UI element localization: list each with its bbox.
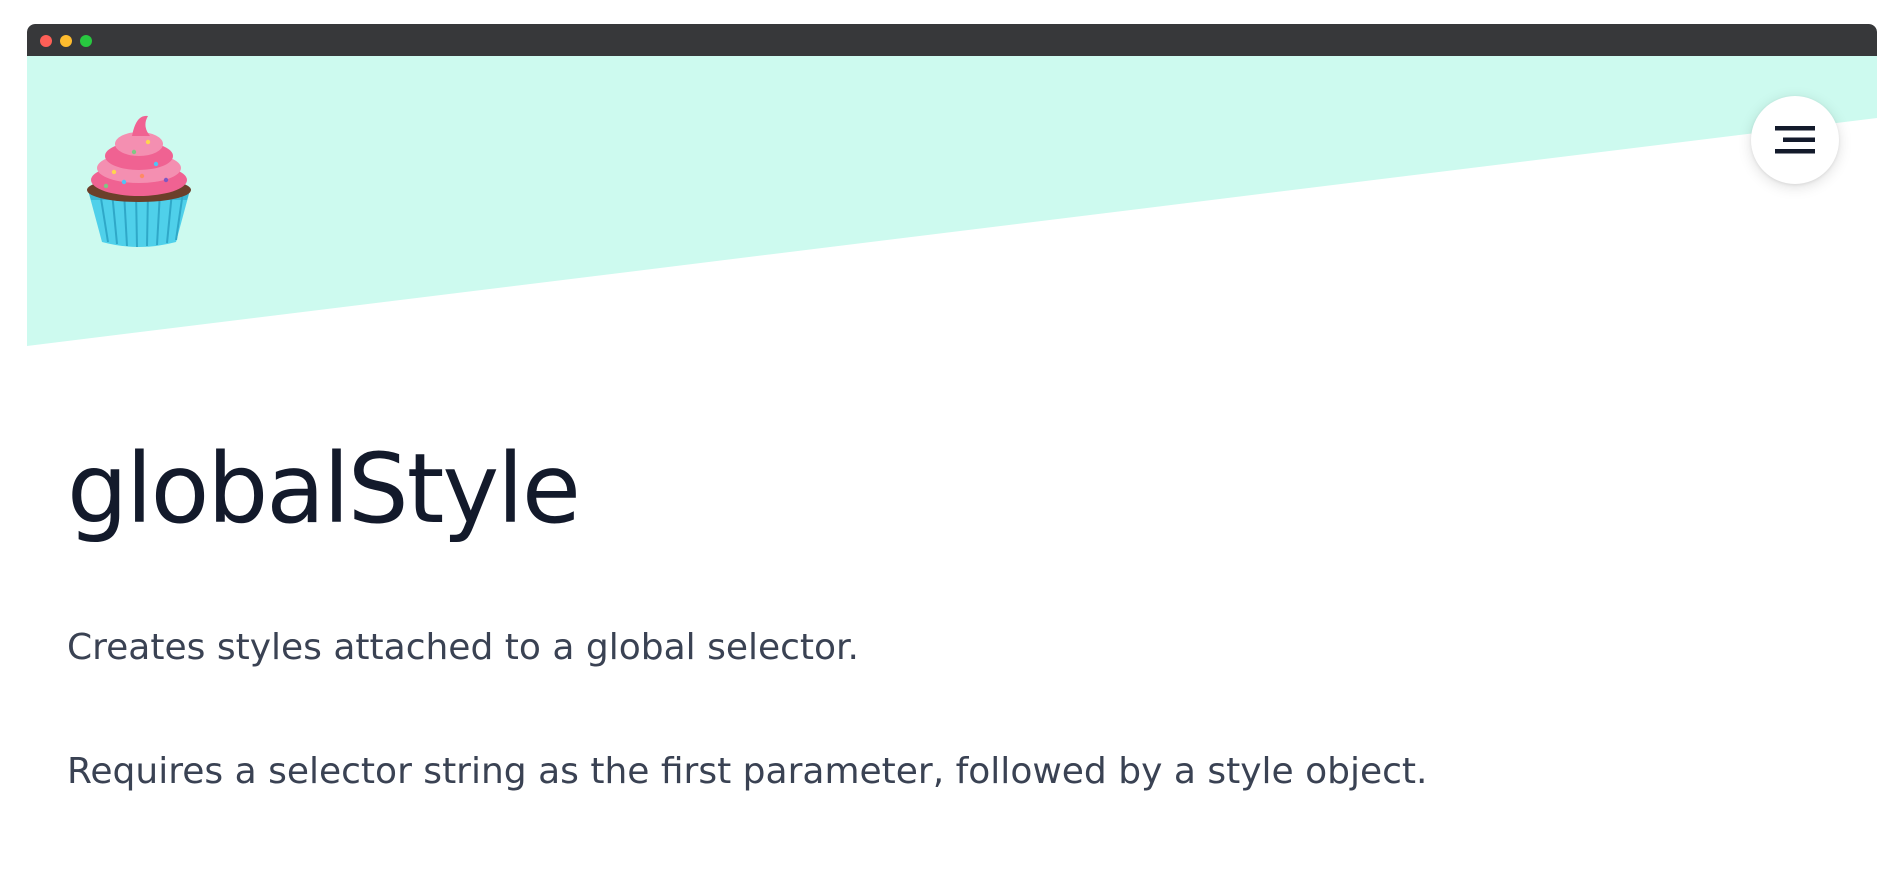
window-titlebar bbox=[27, 24, 1877, 56]
usage-paragraph: Requires a selector string as the first … bbox=[67, 751, 1428, 792]
close-window-button[interactable] bbox=[40, 35, 52, 47]
page-title: globalStyle bbox=[67, 433, 581, 545]
minimize-window-button[interactable] bbox=[60, 35, 72, 47]
browser-window: globalStyle Creates styles attached to a… bbox=[27, 24, 1877, 886]
description-paragraph: Creates styles attached to a global sele… bbox=[67, 627, 859, 668]
maximize-window-button[interactable] bbox=[80, 35, 92, 47]
menu-button[interactable] bbox=[1751, 96, 1839, 184]
menu-icon bbox=[1775, 126, 1815, 154]
header-background bbox=[27, 56, 1877, 346]
cupcake-icon bbox=[87, 115, 191, 248]
